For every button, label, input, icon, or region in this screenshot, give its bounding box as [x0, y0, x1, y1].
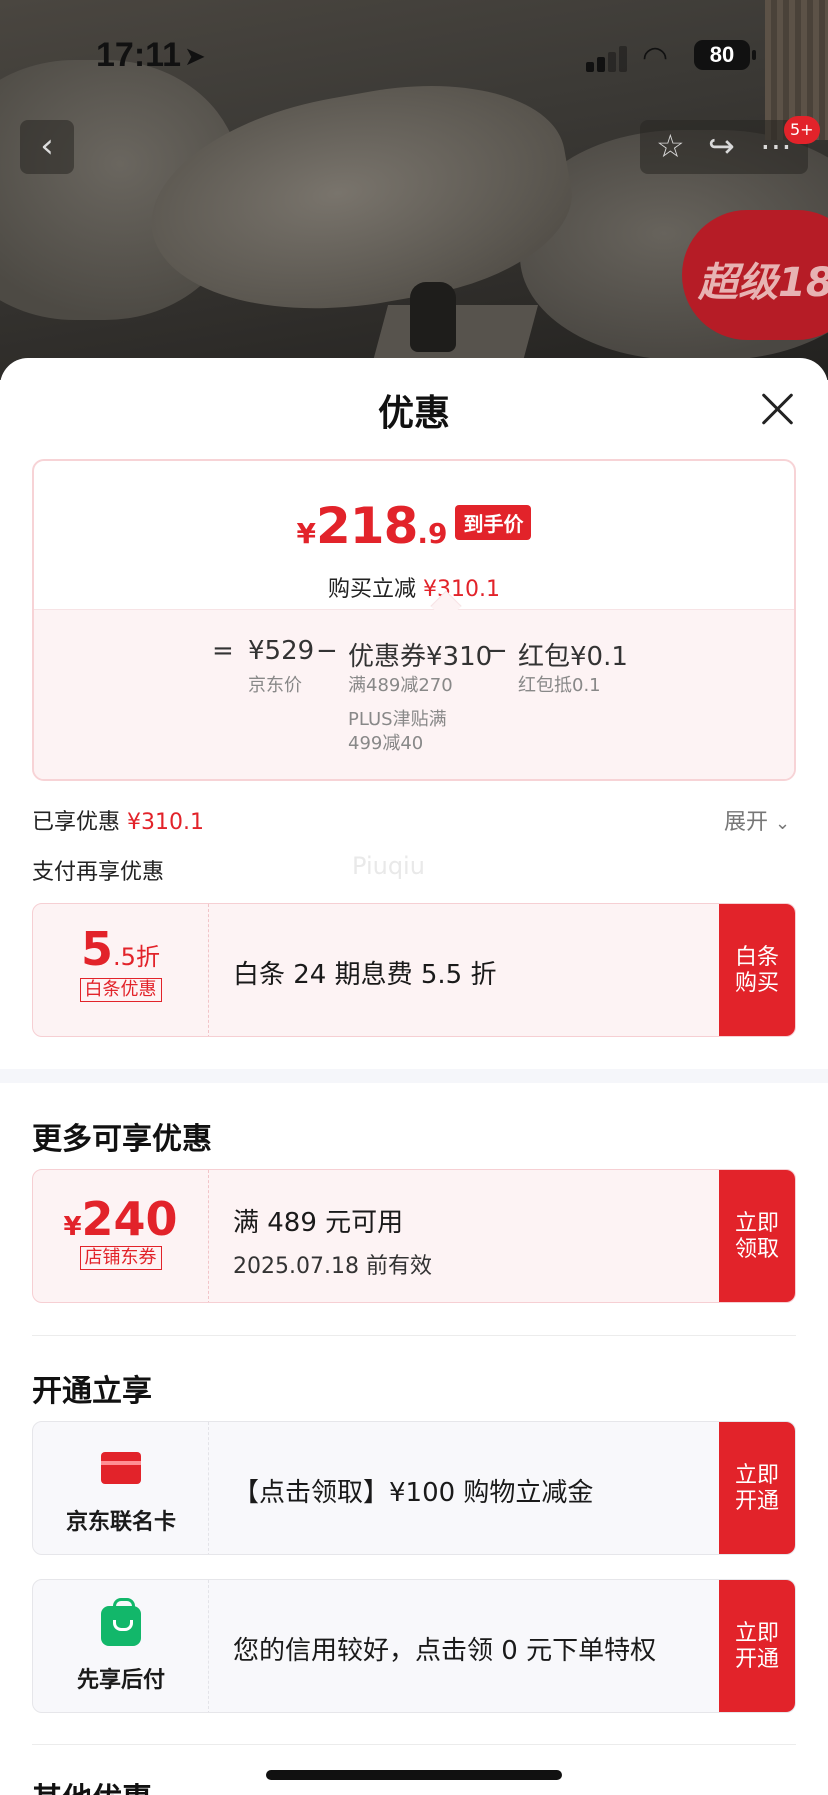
home-indicator[interactable] — [266, 1770, 562, 1780]
co-branded-card-desc: 【点击领取】¥100 购物立减金 — [233, 1478, 594, 1508]
sheet-title: 优惠 — [377, 393, 450, 434]
baitiao-buy-button[interactable]: 白条购买 — [719, 904, 795, 1036]
final-price-decimal: .9 — [417, 517, 448, 550]
section-separator — [32, 1744, 796, 1745]
claim-coupon-label: 立即领取 — [734, 1211, 779, 1262]
final-price: ¥218.9 到手价 — [34, 497, 794, 555]
baitiao-tag: 白条优惠 — [79, 978, 162, 1002]
shop-coupon[interactable]: ¥240 店铺东券 满 489 元可用 2025.07.18 前有效 立即领取 — [32, 1169, 796, 1303]
share-icon[interactable]: ↪ — [708, 126, 735, 166]
star-favorite-icon[interactable]: ☆ — [656, 126, 685, 166]
promo-banner[interactable]: 超级18 — [682, 210, 828, 340]
section-separator — [32, 1335, 796, 1336]
co-branded-card-name: 京东联名卡 — [65, 1510, 176, 1535]
open-pay-later-label: 立即开通 — [734, 1621, 779, 1672]
formula-base-label: 京东价 — [248, 675, 302, 696]
final-price-card: ¥218.9 到手价 购买立减 ¥310.1 = ¥529 京东价 − 优惠券¥3… — [32, 459, 796, 781]
reduce-label: 购买立减 — [328, 577, 417, 602]
section-divider — [0, 1069, 828, 1083]
formula-minus: − — [486, 636, 508, 666]
co-branded-card-left: 京东联名卡 — [33, 1422, 209, 1554]
location-arrow-icon: ➤ — [184, 42, 206, 72]
final-price-top: ¥218.9 到手价 购买立减 ¥310.1 — [34, 461, 794, 609]
shopping-bag-icon — [101, 1598, 141, 1646]
enjoyed-discount: 已享优惠 ¥310.1 — [32, 804, 204, 836]
formula-redpack-detail: 红包抵0.1 — [518, 675, 601, 696]
open-card-label: 立即开通 — [734, 1463, 779, 1514]
expand-toggle[interactable]: 展开 ⌄ — [724, 804, 790, 836]
final-price-integer: 218 — [315, 497, 418, 555]
cellular-signal-icon — [586, 46, 630, 72]
shop-coupon-expiry: 2025.07.18 前有效 — [233, 1254, 432, 1279]
final-price-tag: 到手价 — [455, 505, 532, 540]
formula-redpack-value: 红包¥0.1 — [518, 642, 628, 672]
formula-coupon-value: 优惠券¥310 — [348, 642, 493, 672]
enjoyed-label: 已享优惠 — [32, 810, 121, 835]
more-discounts-title: 更多可享优惠 — [32, 1122, 212, 1157]
top-actions: ☆ ↪ ⋯ — [640, 120, 808, 174]
claim-coupon-button[interactable]: 立即领取 — [719, 1170, 795, 1302]
back-button[interactable]: ‹ — [20, 120, 74, 174]
status-time: 17:11 — [96, 36, 182, 74]
formula-coupon-detail-2: PLUS津贴满 — [348, 709, 447, 730]
pay-later-name: 先享后付 — [76, 1668, 165, 1693]
wifi-icon: ◠ — [642, 40, 669, 75]
baitiao-discount-small: .5折 — [113, 943, 160, 971]
close-icon[interactable] — [756, 388, 798, 430]
price-formula: = ¥529 京东价 − 优惠券¥310 满489减270 PLUS津贴满 49… — [34, 609, 794, 779]
expand-label: 展开 — [724, 810, 769, 835]
open-pay-later-button[interactable]: 立即开通 — [719, 1580, 795, 1712]
credit-card-icon — [101, 1452, 141, 1484]
baitiao-discount: 5.5折 — [33, 922, 208, 976]
chevron-down-icon: ⌄ — [775, 813, 791, 834]
shop-coupon-currency: ¥ — [63, 1212, 82, 1242]
status-bar: 17:11 ➤ ◠ 80 — [0, 36, 828, 80]
formula-coupon-detail-1: 满489减270 — [348, 675, 453, 696]
open-card-button[interactable]: 立即开通 — [719, 1422, 795, 1554]
reduce-value: ¥310.1 — [423, 577, 500, 602]
shop-coupon-value: 240 — [81, 1192, 178, 1246]
enjoyed-value: ¥310.1 — [127, 810, 204, 835]
pay-later-offer[interactable]: 先享后付 您的信用较好，点击领 0 元下单特权 立即开通 — [32, 1579, 796, 1713]
shop-coupon-tag: 店铺东券 — [79, 1246, 162, 1270]
formula-coupon-detail-3: 499减40 — [348, 733, 424, 754]
bottle-shape — [410, 282, 456, 352]
open-benefits-title: 开通立享 — [32, 1374, 152, 1409]
formula-base-value: ¥529 — [248, 636, 315, 666]
reduce-summary: 购买立减 ¥310.1 — [34, 571, 794, 603]
co-branded-card-offer[interactable]: 京东联名卡 【点击领取】¥100 购物立减金 立即开通 — [32, 1421, 796, 1555]
message-badge: 5+ — [784, 116, 820, 144]
baitiao-coupon-left: 5.5折 白条优惠 — [33, 904, 209, 1036]
other-discounts-title: 其他优惠 — [32, 1774, 152, 1795]
shop-coupon-amount: ¥240 — [33, 1192, 208, 1246]
battery-tip — [752, 50, 756, 60]
discount-sheet: 优惠 ¥218.9 到手价 购买立减 ¥310.1 = ¥529 京东价 − 优惠… — [0, 358, 828, 1795]
shop-coupon-left: ¥240 店铺东券 — [33, 1170, 209, 1302]
shop-coupon-condition: 满 489 元可用 — [233, 1208, 404, 1238]
baitiao-coupon[interactable]: 5.5折 白条优惠 白条 24 期息费 5.5 折 白条购买 — [32, 903, 796, 1037]
pay-again-title: 支付再享优惠 — [32, 860, 165, 885]
pay-later-left: 先享后付 — [33, 1580, 209, 1712]
watermark: Piuqiu — [352, 852, 425, 880]
promo-banner-label: 超级18 — [698, 260, 828, 306]
formula-minus: − — [316, 636, 338, 666]
formula-equals: = — [212, 636, 234, 666]
baitiao-buy-label: 白条购买 — [734, 945, 779, 996]
baitiao-discount-big: 5 — [81, 922, 114, 976]
final-price-currency: ¥ — [296, 517, 316, 550]
baitiao-desc: 白条 24 期息费 5.5 折 — [233, 960, 497, 990]
pay-later-desc: 您的信用较好，点击领 0 元下单特权 — [233, 1636, 657, 1666]
battery-icon: 80 — [694, 40, 750, 70]
chevron-left-icon: ‹ — [40, 126, 54, 166]
